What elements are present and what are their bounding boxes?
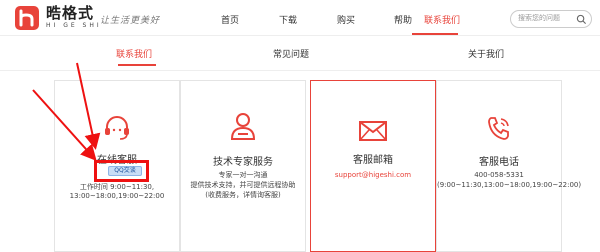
annotation-highlight-box (94, 160, 149, 182)
slogan: 让生活更美好 (100, 16, 161, 26)
nav-help[interactable]: 帮助 (394, 13, 412, 26)
tab-about[interactable]: 关于我们 (468, 47, 504, 60)
card-expert-line-3: (收费服务，详情询客服) (205, 191, 281, 199)
mail-icon (359, 121, 387, 141)
tab-faq[interactable]: 常见问题 (273, 47, 309, 60)
card-title-phone: 客服电话 (479, 157, 519, 168)
nav-contact[interactable]: 联系我们 (424, 13, 460, 26)
brand-name: 晧格式 (46, 4, 95, 22)
card-expert-line-1: 专家一对一沟通 (218, 171, 268, 179)
nav-download[interactable]: 下载 (279, 13, 297, 26)
card-hours-line-2: 13:00~18:00,19:00~22:00 (69, 192, 165, 200)
brand-sub: HI GE SHI (46, 22, 102, 29)
phone-icon (488, 117, 509, 140)
tab-divider (0, 70, 600, 71)
card-title-expert: 技术专家服务 (213, 157, 273, 168)
card-email-support[interactable]: 客服邮箱 support@higeshi.com (310, 80, 436, 252)
nav-home[interactable]: 首页 (221, 13, 239, 26)
tab-active-indicator (118, 64, 156, 66)
nav-buy[interactable]: 购买 (337, 13, 355, 26)
card-phone-number: 400-058-5331 (474, 171, 524, 179)
card-expert-service: 技术专家服务 专家一对一沟通 提供技术支持，并可提供远程协助 (收费服务，详情询… (180, 80, 306, 252)
card-expert-line-2: 提供技术支持，并可提供远程协助 (190, 181, 296, 189)
card-title-email: 客服邮箱 (353, 155, 393, 166)
card-phone-hours: (9:00~11:30,13:00~18:00,19:00~22:00) (437, 181, 582, 189)
search-icon[interactable] (576, 14, 587, 25)
search-box[interactable] (510, 10, 592, 28)
brand: 晧格式 HI GE SHI (46, 6, 102, 30)
search-input[interactable] (518, 14, 576, 22)
card-hours-line-1: 工作时间 9:00~11:30, (79, 183, 155, 191)
card-phone-support: 客服电话 400-058-5331 (9:00~11:30,13:00~18:0… (436, 80, 582, 252)
logo-icon[interactable] (14, 5, 40, 31)
tab-contact[interactable]: 联系我们 (116, 47, 152, 60)
person-icon (230, 113, 256, 140)
nav-active-indicator (412, 33, 458, 35)
support-email-link[interactable]: support@higeshi.com (311, 171, 435, 179)
top-header: 晧格式 HI GE SHI 让生活更美好 首页 下载 购买 帮助 联系我们 (0, 0, 600, 36)
headset-icon (105, 116, 129, 140)
